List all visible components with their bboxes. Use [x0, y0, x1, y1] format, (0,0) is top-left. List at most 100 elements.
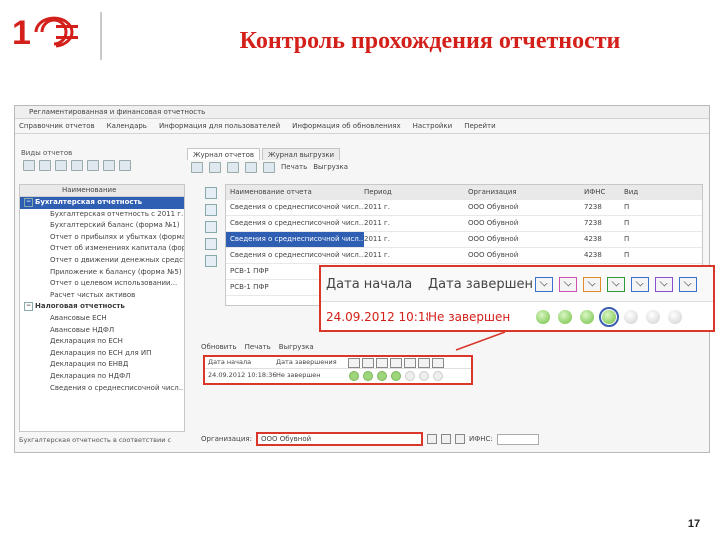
copy-icon[interactable]	[209, 161, 221, 173]
table-cell: ООО Обувной	[468, 203, 519, 211]
refresh-icon[interactable]	[263, 161, 275, 173]
tree-item[interactable]: Декларация по НДФЛ	[20, 371, 184, 383]
tree-item[interactable]: Отчет о движении денежных средст...	[20, 255, 184, 267]
tree-item[interactable]: Отчет о прибылях и убытках (форма...)	[20, 232, 184, 244]
status-dot-done	[580, 310, 594, 324]
tree-column-header[interactable]: Наименование	[20, 185, 184, 197]
print-button[interactable]: Печать	[245, 343, 271, 351]
upload-button[interactable]: Выгрузка	[313, 163, 348, 171]
delete-icon[interactable]	[71, 159, 83, 171]
tree-group[interactable]: − Налоговая отчетность	[20, 301, 184, 313]
status-dot-done	[558, 310, 572, 324]
clear-button[interactable]	[454, 434, 465, 444]
menu-item-settings[interactable]: Настройки	[413, 119, 453, 133]
edit-icon[interactable]	[227, 161, 239, 173]
header-divider	[100, 12, 102, 60]
tree-item[interactable]: Отчет об изменениях капитала (фор...	[20, 243, 184, 255]
menu-item-updates-info[interactable]: Информация об обновлениях	[292, 119, 401, 133]
col-kind[interactable]: Вид	[624, 185, 654, 199]
envelope-icons-row	[348, 357, 444, 368]
workflow-toolbar: Обновить Печать Выгрузка	[201, 340, 314, 354]
workflow-header-row: Дата начала Дата завершения	[205, 357, 471, 369]
envelope-pink-icon	[559, 276, 577, 292]
tree-item-label: Отчет о целевом использовании...	[50, 279, 178, 288]
delete-icon[interactable]	[245, 161, 257, 173]
tree-item-label: Сведения о среднесписочной числ...	[50, 383, 184, 392]
table-cell: ООО Обувной	[468, 235, 519, 243]
tree-item[interactable]: Декларация по ЕНВД	[20, 359, 184, 371]
find-icon[interactable]	[119, 159, 131, 171]
expand-icon[interactable]: −	[24, 197, 33, 207]
table-cell: ООО Обувной	[468, 219, 519, 227]
refresh-button[interactable]: Обновить	[201, 343, 237, 351]
workflow-row[interactable]: 24.09.2012 10:18:36 Не завершен	[205, 369, 471, 382]
tree-item[interactable]: Бухгалтерская отчетность с 2011 г.	[20, 209, 184, 221]
select-button[interactable]	[426, 434, 437, 444]
print-button[interactable]: Печать	[281, 163, 307, 171]
tree-item[interactable]: Бухгалтерский баланс (форма №1)	[20, 220, 184, 232]
menu-item-calendar[interactable]: Календарь	[107, 119, 147, 133]
status-dot	[363, 370, 373, 381]
open-button[interactable]	[440, 434, 451, 444]
copy-icon[interactable]	[39, 159, 51, 171]
table-cell: 4238	[584, 235, 602, 243]
envelope-blue-icon	[679, 276, 697, 292]
tab-upload-journal[interactable]: Журнал выгрузки	[261, 148, 341, 160]
tree-item[interactable]: Расчет чистых активов	[20, 290, 184, 302]
window-title: Регламентированная и финансовая отчетнос…	[15, 106, 709, 119]
status-dot	[349, 370, 359, 381]
edit-icon[interactable]	[55, 159, 67, 171]
organization-field[interactable]: ООО Обувной	[255, 432, 423, 446]
add-icon[interactable]	[23, 159, 35, 171]
col-report-name[interactable]: Наименование отчета	[226, 185, 364, 199]
col-ifns[interactable]: ИФНС	[584, 185, 624, 199]
table-cell: Сведения о среднесписочной числ...	[230, 219, 364, 227]
tree-item-label: Авансовые ЕСН	[50, 313, 107, 322]
tree-item[interactable]: Авансовые ЕСН	[20, 313, 184, 325]
col-period[interactable]: Период	[364, 185, 468, 199]
table-cell: 7238	[584, 203, 602, 211]
menu-item-reports-catalog[interactable]: Справочник отчетов	[19, 119, 95, 133]
menu-item-user-info[interactable]: Информация для пользователей	[159, 119, 280, 133]
tree-item[interactable]: Отчет о целевом использовании...	[20, 278, 184, 290]
envelope-icon[interactable]	[205, 187, 217, 199]
envelope-icon[interactable]	[205, 238, 217, 250]
filter-icon[interactable]	[103, 159, 115, 171]
tree-item[interactable]: Декларация по ЕСН	[20, 336, 184, 348]
table-row[interactable]: Сведения о среднесписочной числ... 2011 г…	[226, 248, 702, 264]
status-dot	[419, 370, 429, 381]
refresh-icon[interactable]	[87, 159, 99, 171]
callout-row[interactable]: 24.09.2012 10:18:36 Не завершен	[321, 302, 713, 332]
tree-item-label: Налоговая отчетность	[35, 302, 125, 311]
ifns-field[interactable]	[496, 433, 539, 445]
tab-reports-journal[interactable]: Журнал отчетов	[187, 148, 260, 160]
tree-item[interactable]: Приложение к балансу (форма №5)	[20, 267, 184, 279]
menu-item-navigate[interactable]: Перейти	[464, 119, 496, 133]
expand-icon[interactable]: −	[24, 301, 33, 311]
report-types-panel: Виды отчетов Наименование − Бухгалтерская…	[17, 148, 185, 446]
envelope-green-icon	[607, 276, 625, 292]
callout-col-start-date: Дата начала	[326, 276, 413, 292]
table-cell: Сведения о среднесписочной числ...	[226, 232, 364, 247]
envelope-icon[interactable]	[205, 204, 217, 216]
envelope-icon[interactable]	[205, 221, 217, 233]
tree-item[interactable]: Сведения о среднесписочной числ...	[20, 383, 184, 395]
table-row[interactable]: Сведения о среднесписочной числ... 2011 г…	[226, 200, 702, 216]
filter-bar: Организация: ООО Обувной ИФНС:	[201, 432, 701, 446]
tree-item-label: Приложение к балансу (форма №5)	[50, 267, 182, 276]
menu-bar: Справочник отчетов Календарь Информация …	[15, 119, 709, 134]
table-row[interactable]: Сведения о среднесписочной числ... 2011 г…	[226, 216, 702, 232]
tree-item[interactable]: Авансовые НДФЛ	[20, 325, 184, 337]
report-types-toolbar	[17, 158, 183, 172]
tree-item-label: Отчет о движении денежных средст...	[50, 255, 184, 264]
envelope-icon[interactable]	[205, 255, 217, 267]
grid-header-row: Наименование отчета Период Организация И…	[226, 185, 702, 200]
status-dot	[433, 370, 443, 381]
col-organization[interactable]: Организация	[468, 185, 584, 199]
add-icon[interactable]	[191, 161, 203, 173]
tree-item[interactable]: Декларация по ЕСН для ИП	[20, 348, 184, 360]
tree-group[interactable]: − Бухгалтерская отчетность	[20, 197, 184, 209]
table-row[interactable]: Сведения о среднесписочной числ... 2011 г…	[226, 232, 702, 248]
table-cell: Сведения о среднесписочной числ...	[230, 203, 364, 211]
upload-button[interactable]: Выгрузка	[279, 343, 314, 351]
